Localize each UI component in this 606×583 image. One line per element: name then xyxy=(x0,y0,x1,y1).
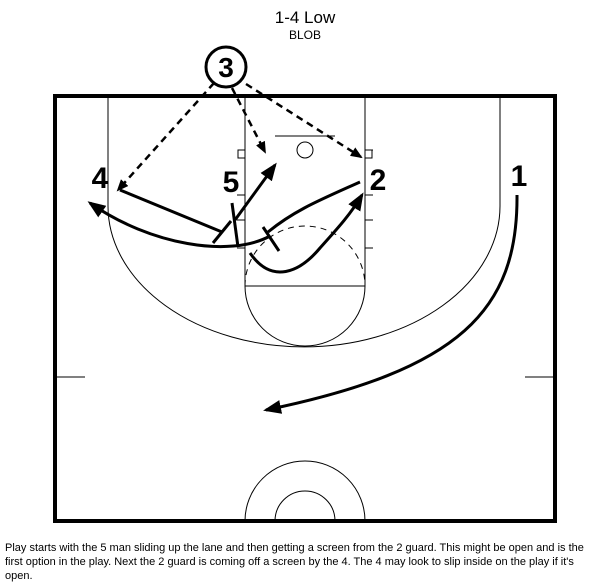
player-5-label: 5 xyxy=(223,166,240,199)
three-point-line xyxy=(107,96,501,348)
movement-lines xyxy=(87,162,519,414)
free-throw-circle-lower xyxy=(244,285,366,347)
diagram-subtitle: BLOB xyxy=(289,28,321,42)
free-throw-lane xyxy=(244,95,366,287)
cut-2-screen xyxy=(267,180,361,234)
player-1-label: 1 xyxy=(511,160,528,193)
cut-4-screen xyxy=(119,188,223,234)
play-description: Play starts with the 5 man sliding up th… xyxy=(5,542,584,582)
block-left xyxy=(237,149,246,159)
screen-4 xyxy=(211,220,233,244)
block-right xyxy=(364,149,373,159)
cut-5 xyxy=(233,162,277,221)
screen-5 xyxy=(230,202,240,248)
diagram-title: 1-4 Low xyxy=(275,8,336,27)
free-throw-circle-upper xyxy=(244,225,366,287)
inbounder-player-3: 3 xyxy=(204,45,248,89)
court-boundary xyxy=(53,94,557,523)
court xyxy=(53,94,557,523)
player-4-label: 4 xyxy=(92,162,109,195)
center-circle-inner xyxy=(274,490,336,522)
lane-hash-marks xyxy=(237,149,373,249)
player-2-label: 2 xyxy=(370,164,387,197)
rim xyxy=(296,141,314,159)
play-diagram: 1-4 Low BLOB 3 4 5 2 1 xyxy=(53,8,557,523)
player-3-label: 3 xyxy=(218,52,234,83)
cut-1 xyxy=(263,194,519,414)
pass-3-to-4 xyxy=(116,82,215,192)
